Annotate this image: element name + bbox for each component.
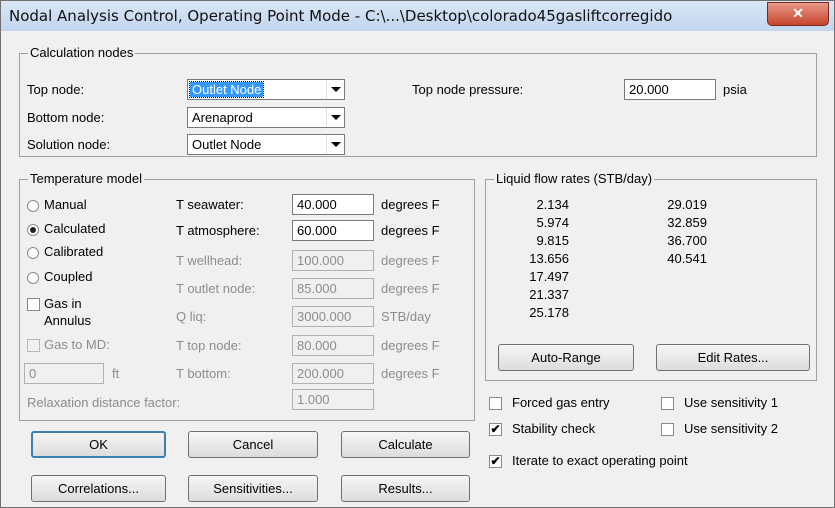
- radio-calibrated[interactable]: [27, 247, 39, 259]
- t-wellhead-label: T wellhead:: [176, 253, 243, 268]
- sensitivities-button[interactable]: Sensitivities...: [188, 475, 318, 502]
- close-button[interactable]: ✕: [767, 2, 829, 26]
- flow-rate-value: 5.974: [536, 215, 569, 230]
- t-outlet-node-label: T outlet node:: [176, 281, 256, 296]
- liquid-flow-rates-title: Liquid flow rates (STB/day): [494, 171, 655, 186]
- correlations-button[interactable]: Correlations...: [31, 475, 166, 502]
- t-bottom-label: T bottom:: [176, 366, 231, 381]
- chevron-down-icon[interactable]: [326, 135, 344, 154]
- stability-check-label[interactable]: Stability check: [512, 421, 595, 436]
- t-bottom-input[interactable]: 200.000: [292, 363, 374, 384]
- flow-rate-value: 9.815: [536, 233, 569, 248]
- edit-rates-button[interactable]: Edit Rates...: [656, 344, 810, 371]
- top-node-pressure-input[interactable]: 20.000: [624, 79, 716, 100]
- gas-to-md-checkbox[interactable]: [27, 339, 40, 352]
- top-node-value: Outlet Node: [188, 81, 265, 98]
- bottom-node-value: Arenaprod: [192, 110, 253, 125]
- bottom-node-select[interactable]: Arenaprod: [187, 107, 345, 128]
- flow-rates-column-1: 2.134 5.974 9.815 13.656 17.497 21.337 2…: [511, 196, 569, 322]
- radio-calculated-label[interactable]: Calculated: [44, 221, 105, 236]
- radio-calibrated-label[interactable]: Calibrated: [44, 244, 103, 259]
- solution-node-label: Solution node:: [27, 137, 111, 152]
- relaxation-distance-label: Relaxation distance factor:: [27, 395, 181, 410]
- radio-calculated[interactable]: [27, 224, 39, 236]
- t-seawater-label: T seawater:: [176, 197, 244, 212]
- gas-to-md-label: Gas to MD:: [44, 337, 110, 352]
- gas-in-annulus-label[interactable]: Gas in: [44, 296, 82, 311]
- flow-rate-value: 21.337: [529, 287, 569, 302]
- flow-rate-value: 25.178: [529, 305, 569, 320]
- t-top-node-label: T top node:: [176, 338, 242, 353]
- flow-rate-value: 29.019: [667, 197, 707, 212]
- md-unit-label: ft: [112, 366, 120, 381]
- gas-in-annulus-checkbox[interactable]: [27, 298, 40, 311]
- flow-rate-value: 13.656: [529, 251, 569, 266]
- solution-node-select[interactable]: Outlet Node: [187, 134, 345, 155]
- chevron-down-icon[interactable]: [326, 108, 344, 127]
- cancel-button[interactable]: Cancel: [188, 431, 318, 458]
- t-seawater-input[interactable]: 40.000: [292, 194, 374, 215]
- t-top-node-unit: degrees F: [381, 338, 440, 353]
- close-icon: ✕: [792, 5, 804, 21]
- flow-rate-value: 32.859: [667, 215, 707, 230]
- title-bar[interactable]: Nodal Analysis Control, Operating Point …: [1, 1, 834, 31]
- chevron-down-icon[interactable]: [326, 80, 344, 99]
- top-node-select[interactable]: Outlet Node: [187, 79, 345, 100]
- top-node-label: Top node:: [27, 82, 85, 97]
- radio-manual[interactable]: [27, 200, 39, 212]
- q-liq-input[interactable]: 3000.000: [292, 306, 374, 327]
- window-title: Nodal Analysis Control, Operating Point …: [9, 7, 673, 25]
- relaxation-distance-input[interactable]: 1.000: [292, 389, 374, 410]
- flow-rate-value: 40.541: [667, 251, 707, 266]
- use-sensitivity-1-checkbox[interactable]: [661, 397, 674, 410]
- flow-rate-value: 17.497: [529, 269, 569, 284]
- t-atmosphere-label: T atmosphere:: [176, 223, 260, 238]
- auto-range-button[interactable]: Auto-Range: [498, 344, 634, 371]
- forced-gas-entry-checkbox[interactable]: [489, 397, 502, 410]
- t-bottom-unit: degrees F: [381, 366, 440, 381]
- stability-check-checkbox[interactable]: ✔: [489, 423, 502, 436]
- iterate-exact-label[interactable]: Iterate to exact operating point: [512, 453, 688, 468]
- checkmark-icon: ✔: [490, 454, 501, 468]
- t-outlet-node-unit: degrees F: [381, 281, 440, 296]
- dialog-window: Nodal Analysis Control, Operating Point …: [0, 0, 835, 508]
- bottom-node-label: Bottom node:: [27, 110, 105, 125]
- q-liq-label: Q liq:: [176, 309, 207, 324]
- use-sensitivity-2-checkbox[interactable]: [661, 423, 674, 436]
- flow-rates-column-2: 29.019 32.859 36.700 40.541: [651, 196, 707, 268]
- use-sensitivity-2-label[interactable]: Use sensitivity 2: [684, 421, 778, 436]
- t-wellhead-input[interactable]: 100.000: [292, 250, 374, 271]
- use-sensitivity-1-label[interactable]: Use sensitivity 1: [684, 395, 778, 410]
- radio-coupled-label[interactable]: Coupled: [44, 269, 92, 284]
- temperature-model-title: Temperature model: [28, 171, 144, 186]
- dialog-client: Calculation nodes Top node: Outlet Node …: [11, 33, 825, 505]
- t-outlet-node-input[interactable]: 85.000: [292, 278, 374, 299]
- ok-button[interactable]: OK: [31, 431, 166, 458]
- t-atmosphere-unit: degrees F: [381, 223, 440, 238]
- solution-node-value: Outlet Node: [192, 137, 262, 152]
- t-seawater-unit: degrees F: [381, 197, 440, 212]
- flow-rate-value: 36.700: [667, 233, 707, 248]
- calculate-button[interactable]: Calculate: [341, 431, 470, 458]
- results-button[interactable]: Results...: [341, 475, 470, 502]
- t-atmosphere-input[interactable]: 60.000: [292, 220, 374, 241]
- t-wellhead-unit: degrees F: [381, 253, 440, 268]
- md-depth-input[interactable]: 0: [24, 363, 104, 384]
- iterate-exact-checkbox[interactable]: ✔: [489, 455, 502, 468]
- gas-in-annulus-label-line2[interactable]: Annulus: [44, 313, 91, 328]
- flow-rate-value: 2.134: [536, 197, 569, 212]
- checkmark-icon: ✔: [490, 422, 501, 436]
- t-top-node-input[interactable]: 80.000: [292, 335, 374, 356]
- radio-coupled[interactable]: [27, 272, 39, 284]
- temperature-model-group: Temperature model: [19, 171, 475, 421]
- radio-manual-label[interactable]: Manual: [44, 197, 87, 212]
- pressure-unit-label: psia: [723, 82, 747, 97]
- forced-gas-entry-label[interactable]: Forced gas entry: [512, 395, 610, 410]
- calculation-nodes-group: Calculation nodes: [19, 45, 817, 157]
- q-liq-unit: STB/day: [381, 309, 431, 324]
- top-node-pressure-label: Top node pressure:: [412, 82, 524, 97]
- calculation-nodes-title: Calculation nodes: [28, 45, 136, 60]
